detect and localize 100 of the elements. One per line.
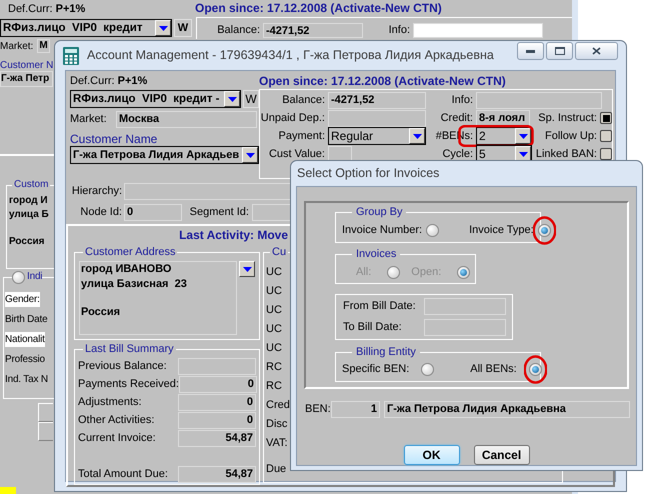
caret-icon bbox=[412, 134, 422, 138]
field-label: Payment: bbox=[278, 128, 326, 144]
input-field[interactable]: Г-жа Петрова Лидия Аркадьевна bbox=[384, 401, 630, 418]
address-country: Россия bbox=[81, 305, 120, 320]
button[interactable] bbox=[38, 422, 53, 441]
input-field[interactable]: 1 bbox=[331, 401, 380, 418]
address-line: улица Базисная 23 bbox=[81, 277, 187, 292]
field-label: Cycle: bbox=[441, 146, 474, 162]
address-line: город И bbox=[9, 194, 48, 208]
checkbox[interactable] bbox=[600, 148, 612, 160]
window-title: Account Management - 179639434/1 , Г-жа Петрова Лидия Аркадьевна bbox=[87, 47, 494, 64]
charge-label: VAT: bbox=[266, 436, 288, 451]
radio-button[interactable] bbox=[528, 362, 542, 376]
dropdown-button[interactable] bbox=[515, 128, 531, 144]
ok-button[interactable]: OK bbox=[404, 445, 460, 465]
charge-label: UC bbox=[266, 322, 282, 337]
input-field[interactable] bbox=[178, 358, 256, 374]
field-label: Balance: bbox=[281, 92, 326, 108]
w-button[interactable]: W bbox=[174, 19, 192, 37]
field-value: P+1% bbox=[118, 74, 148, 89]
field-label: Total Amount Due: bbox=[78, 466, 169, 482]
option-label: All BENs: bbox=[470, 362, 517, 377]
radio-button[interactable] bbox=[421, 362, 434, 376]
charge-label: RC bbox=[266, 379, 282, 394]
input-field[interactable] bbox=[424, 319, 506, 336]
dropdown-button[interactable] bbox=[155, 20, 171, 36]
field-label: From Bill Date: bbox=[343, 299, 417, 314]
maximize-button[interactable] bbox=[546, 42, 573, 60]
field-label: Market: bbox=[0, 40, 34, 54]
checkbox[interactable] bbox=[600, 130, 612, 142]
w-button[interactable]: W bbox=[243, 90, 259, 108]
input-field[interactable] bbox=[424, 298, 506, 315]
charge-label: UC bbox=[266, 265, 282, 280]
address-country: Россия bbox=[9, 235, 45, 249]
field-label: Nationalit bbox=[5, 332, 45, 346]
charge-label: UC bbox=[266, 341, 282, 356]
charge-label: Due bbox=[266, 462, 286, 477]
dropdown-button[interactable] bbox=[409, 128, 425, 144]
group-label: Group By bbox=[352, 205, 406, 219]
input-field[interactable]: 54,87 bbox=[178, 466, 256, 482]
cancel-button[interactable]: Cancel bbox=[474, 445, 530, 465]
checkbox[interactable] bbox=[600, 112, 612, 124]
radio-button[interactable] bbox=[538, 224, 551, 237]
dropdown-button[interactable] bbox=[242, 147, 258, 163]
caret-icon bbox=[242, 266, 252, 272]
dropdown-field[interactable]: RФиз.лицо VIP0 кредит - bbox=[70, 90, 241, 108]
charge-label: Cred bbox=[266, 398, 290, 413]
field-label: Sp. Instruct: bbox=[537, 110, 598, 126]
address-line: улица Б bbox=[9, 208, 49, 222]
caret-icon bbox=[518, 134, 528, 138]
input-field[interactable]: 0 bbox=[178, 412, 256, 428]
field-label: Previous Balance: bbox=[78, 358, 168, 374]
charge-label: UC bbox=[266, 284, 282, 299]
radio-button[interactable] bbox=[426, 224, 440, 237]
input-field[interactable]: 8-я лоял bbox=[476, 110, 530, 126]
input-field[interactable]: М bbox=[37, 39, 50, 53]
customer-name-label: Customer N bbox=[0, 59, 54, 71]
field-label: Other Activities: bbox=[78, 412, 156, 428]
field-label: Current Invoice: bbox=[78, 430, 157, 446]
field-label: Professio bbox=[5, 352, 45, 366]
status-marker bbox=[0, 487, 16, 494]
button[interactable] bbox=[38, 403, 53, 422]
input-field[interactable]: 0 bbox=[178, 376, 257, 392]
close-button[interactable] bbox=[575, 42, 618, 60]
option-label: Invoice Type: bbox=[469, 223, 534, 238]
open-since-text: Open since: 17.12.2008 (Activate-New CTN) bbox=[195, 0, 442, 17]
input-field[interactable]: -4271,52 bbox=[263, 22, 363, 38]
field-label: Credit: bbox=[440, 110, 474, 126]
input-field[interactable] bbox=[328, 110, 426, 126]
dropdown-field[interactable]: Regular bbox=[328, 127, 426, 145]
maximize-icon bbox=[554, 47, 564, 55]
field-label: Def.Curr: bbox=[8, 2, 53, 16]
input-field[interactable]: 0 bbox=[178, 394, 256, 410]
input-field[interactable]: Москва bbox=[116, 111, 257, 128]
option-label: Invoice Number: bbox=[342, 223, 422, 238]
dropdown-field[interactable]: 2 bbox=[476, 127, 532, 145]
input-field[interactable] bbox=[476, 92, 602, 108]
dropdown-button[interactable] bbox=[224, 91, 240, 107]
field-label: Ind. Tax N bbox=[5, 372, 48, 386]
minimize-icon bbox=[526, 50, 535, 52]
radio-button[interactable] bbox=[12, 270, 25, 284]
input-field[interactable]: Г-жа Петр bbox=[0, 71, 53, 87]
dropdown-button[interactable] bbox=[239, 261, 255, 277]
input-field[interactable]: 54,87 bbox=[178, 430, 256, 446]
caret-icon bbox=[246, 152, 254, 158]
open-since-text: Open since: 17.12.2008 (Activate-New CTN) bbox=[259, 74, 506, 88]
dropdown-field[interactable]: RФиз.лицо VIP0 кредит bbox=[0, 19, 172, 37]
input-field[interactable]: 0 bbox=[124, 204, 182, 221]
input-field[interactable]: -4271,52 bbox=[328, 92, 426, 108]
customer-name-label: Customer Name bbox=[70, 132, 158, 146]
field-label: Birth Date bbox=[5, 312, 48, 326]
field-label: To Bill Date: bbox=[343, 320, 403, 336]
charge-label: Disc bbox=[266, 417, 288, 432]
field-label: Market: bbox=[70, 112, 108, 128]
dropdown-field[interactable]: Г-жа Петрова Лидия Аркадьев bbox=[70, 146, 259, 164]
minimize-button[interactable] bbox=[517, 42, 544, 60]
field-label: Gender: bbox=[5, 292, 40, 306]
address-line: город ИВАНОВО bbox=[81, 262, 172, 277]
input-field[interactable] bbox=[413, 22, 543, 38]
group-label: Billing Entity bbox=[352, 345, 420, 359]
